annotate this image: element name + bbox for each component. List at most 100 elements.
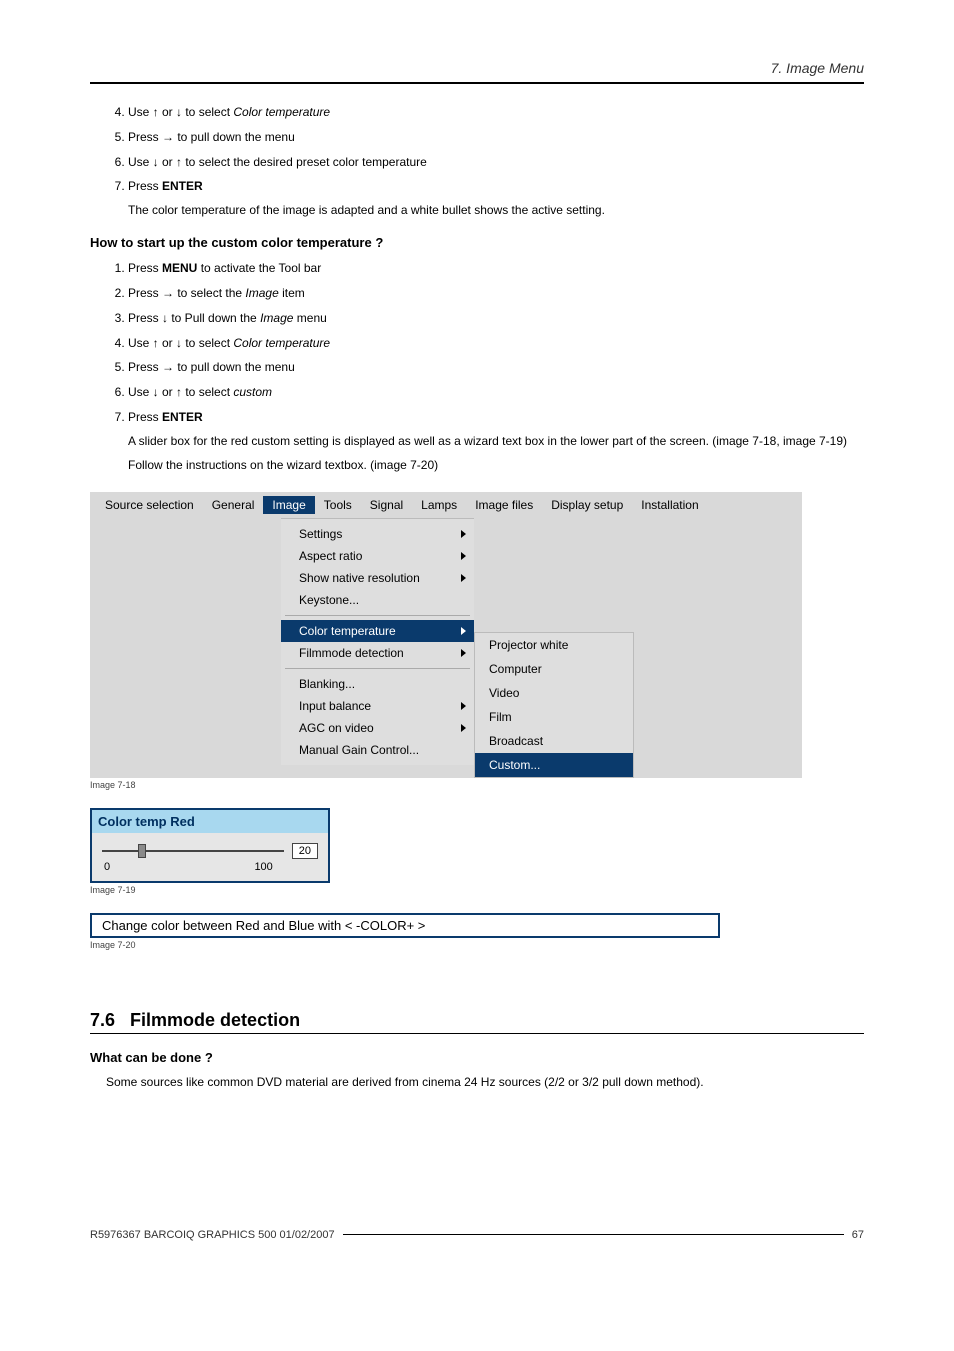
menubar-item[interactable]: General xyxy=(203,496,264,514)
section-title: Filmmode detection xyxy=(130,1010,300,1030)
step-em: Color temperature xyxy=(233,105,330,119)
slider-track[interactable] xyxy=(102,850,284,852)
submenu-arrow-icon xyxy=(461,724,466,732)
dropdown-item[interactable]: Manual Gain Control... xyxy=(281,739,474,761)
slider-value: 20 xyxy=(292,843,318,859)
t: Press ↓ to Pull down the xyxy=(128,311,260,325)
step-strong: ENTER xyxy=(162,179,203,193)
dropdown-item[interactable]: Keystone... xyxy=(281,589,474,611)
slider-min: 0 xyxy=(104,861,110,873)
submenu-arrow-icon xyxy=(461,552,466,560)
p: item xyxy=(279,286,305,300)
dropdown-item[interactable]: AGC on video xyxy=(281,717,474,739)
sub1: A slider box for the red custom setting … xyxy=(128,432,864,450)
e: Image xyxy=(260,311,293,325)
section-rule xyxy=(90,1033,864,1034)
t: Press → to select the xyxy=(128,286,245,300)
dropdown-item-label: Input balance xyxy=(299,699,371,713)
dropdown-item[interactable]: Blanking... xyxy=(281,673,474,695)
figure-caption: Image 7-20 xyxy=(90,940,864,950)
submenu-arrow-icon xyxy=(461,627,466,635)
step-5: Press → to pull down the menu xyxy=(128,129,864,146)
slider-thumb[interactable] xyxy=(138,844,146,858)
dropdown-item[interactable]: Show native resolution xyxy=(281,567,474,589)
submenu-item[interactable]: Film xyxy=(475,705,633,729)
dropdown-item-label: Manual Gain Control... xyxy=(299,743,419,757)
dropdown-item-label: Keystone... xyxy=(299,593,359,607)
submenu-item[interactable]: Video xyxy=(475,681,633,705)
footer-rule xyxy=(343,1234,844,1235)
step-b2: Press → to select the Image item xyxy=(128,285,864,302)
section-body: Some sources like common DVD material ar… xyxy=(106,1075,864,1089)
figure-7-20: Change color between Red and Blue with <… xyxy=(90,913,864,950)
step-7: Press ENTER The color temperature of the… xyxy=(128,178,864,219)
p: menu xyxy=(293,311,326,325)
dropdown-item-label: Color temperature xyxy=(299,624,396,638)
submenu-arrow-icon xyxy=(461,530,466,538)
submenu-item[interactable]: Projector white xyxy=(475,633,633,657)
step-b1: Press MENU to activate the Tool bar xyxy=(128,260,864,277)
dropdown-item[interactable]: Input balance xyxy=(281,695,474,717)
section-subhead: What can be done ? xyxy=(90,1050,864,1065)
steps-custom: Press MENU to activate the Tool bar Pres… xyxy=(128,260,864,474)
submenu-item[interactable]: Custom... xyxy=(475,753,633,777)
step-text: Press xyxy=(128,179,162,193)
p: to activate the Tool bar xyxy=(197,261,321,275)
menubar-item[interactable]: Display setup xyxy=(542,496,632,514)
submenu-item[interactable]: Computer xyxy=(475,657,633,681)
submenu-arrow-icon xyxy=(461,574,466,582)
menubar-item[interactable]: Image xyxy=(263,496,314,514)
dropdown-item-label: Show native resolution xyxy=(299,571,420,585)
e: Color temperature xyxy=(233,336,330,350)
header-rule xyxy=(90,82,864,84)
dropdowns-row: Settings Aspect ratio Show native resoluti… xyxy=(90,518,802,778)
step-b7: Press ENTER A slider box for the red cus… xyxy=(128,409,864,474)
figure-caption: Image 7-18 xyxy=(90,780,864,790)
figure-caption: Image 7-19 xyxy=(90,885,864,895)
submenu-item[interactable]: Broadcast xyxy=(475,729,633,753)
step-b4: Use ↑ or ↓ to select Color temperature xyxy=(128,335,864,352)
slider-box: Color temp Red 20 0 100 xyxy=(90,808,330,883)
submenu-arrow-icon xyxy=(461,649,466,657)
dropdown-item-label: Blanking... xyxy=(299,677,355,691)
t: Press xyxy=(128,410,162,424)
menubar-item[interactable]: Tools xyxy=(315,496,361,514)
s: ENTER xyxy=(162,410,203,424)
t: Use ↑ or ↓ to select xyxy=(128,336,233,350)
wizard-textbox: Change color between Red and Blue with <… xyxy=(90,913,720,938)
step-text: Use ↓ or ↑ to select the desired preset … xyxy=(128,155,427,169)
menubar-item[interactable]: Signal xyxy=(361,496,412,514)
footer-left: R5976367 BARCOIQ GRAPHICS 500 01/02/2007 xyxy=(90,1229,335,1241)
slider-title: Color temp Red xyxy=(92,810,328,833)
menubar: Source selectionGeneralImageToolsSignalL… xyxy=(90,492,802,518)
submenu-arrow-icon xyxy=(461,702,466,710)
menubar-item[interactable]: Lamps xyxy=(412,496,466,514)
dropdown-item[interactable]: Filmmode detection xyxy=(281,642,474,664)
dropdown-item[interactable]: Color temperature xyxy=(281,620,474,642)
e: Image xyxy=(245,286,278,300)
dropdown-item[interactable]: Aspect ratio xyxy=(281,545,474,567)
step-text: Use ↑ or ↓ to select xyxy=(128,105,233,119)
step-6: Use ↓ or ↑ to select the desired preset … xyxy=(128,154,864,171)
dropdown-item[interactable]: Settings xyxy=(281,523,474,545)
t: Press xyxy=(128,261,162,275)
menubar-item[interactable]: Image files xyxy=(466,496,542,514)
figure-7-18: Source selectionGeneralImageToolsSignalL… xyxy=(90,492,864,790)
figure-7-19: Color temp Red 20 0 100 Image 7-19 xyxy=(90,808,864,895)
subhead-custom: How to start up the custom color tempera… xyxy=(90,235,864,250)
t: Press → to pull down the menu xyxy=(128,360,295,374)
slider-labels: 0 100 xyxy=(102,861,275,873)
step-b3: Press ↓ to Pull down the Image menu xyxy=(128,310,864,327)
menubar-item[interactable]: Source selection xyxy=(96,496,203,514)
dropdown-item-label: Settings xyxy=(299,527,342,541)
dropdown-item-label: Filmmode detection xyxy=(299,646,404,660)
step-b5: Press → to pull down the menu xyxy=(128,359,864,376)
s: MENU xyxy=(162,261,197,275)
t: Use ↓ or ↑ to select xyxy=(128,385,233,399)
slider-max: 100 xyxy=(254,861,272,873)
page-footer: R5976367 BARCOIQ GRAPHICS 500 01/02/2007… xyxy=(90,1229,864,1241)
menubar-item[interactable]: Installation xyxy=(632,496,707,514)
dropdown-item-label: Aspect ratio xyxy=(299,549,362,563)
e: custom xyxy=(233,385,272,399)
footer-page: 67 xyxy=(852,1229,864,1241)
